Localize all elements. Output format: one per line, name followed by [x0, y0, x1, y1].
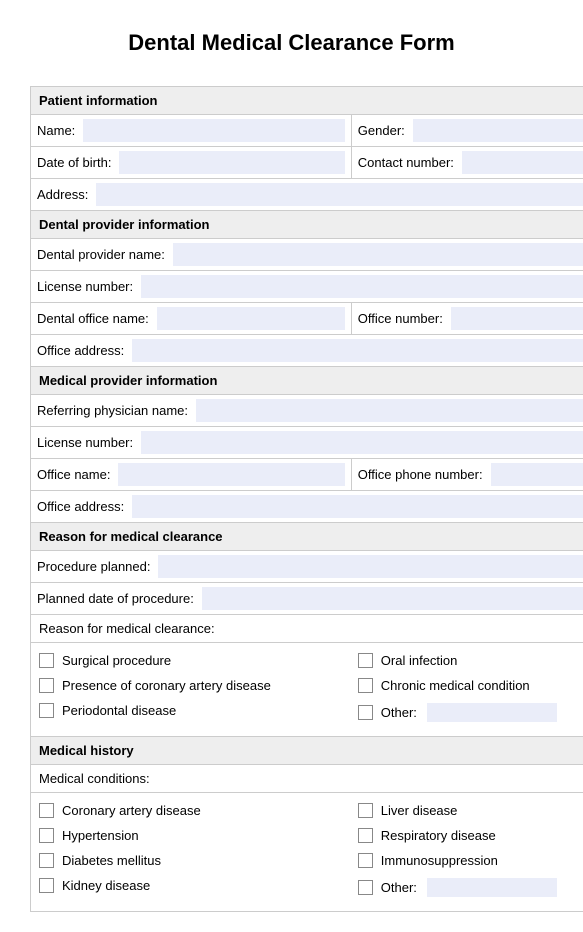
label-medical-office-name: Office name: [37, 467, 114, 482]
label-periodontal: Periodontal disease [62, 703, 176, 718]
label-name: Name: [37, 123, 79, 138]
label-procedure: Procedure planned: [37, 559, 154, 574]
checkbox-immuno[interactable] [358, 853, 373, 868]
input-dental-license[interactable] [141, 275, 583, 298]
checkbox-oral-infection[interactable] [358, 653, 373, 668]
label-chronic: Chronic medical condition [381, 678, 530, 693]
checkbox-surgical[interactable] [39, 653, 54, 668]
checkbox-h-cad[interactable] [39, 803, 54, 818]
reason-checkbox-grid: Surgical procedure Presence of coronary … [39, 653, 583, 722]
label-reason-clearance: Reason for medical clearance: [31, 615, 583, 643]
label-surgical: Surgical procedure [62, 653, 171, 668]
section-patient-header: Patient information [31, 87, 583, 115]
page-title: Dental Medical Clearance Form [30, 30, 553, 56]
checkbox-kidney[interactable] [39, 878, 54, 893]
label-kidney: Kidney disease [62, 878, 150, 893]
label-dental-license: License number: [37, 279, 137, 294]
label-dental-office-number: Office number: [358, 311, 447, 326]
input-medical-license[interactable] [141, 431, 583, 454]
input-dental-office-address[interactable] [132, 339, 583, 362]
label-physician: Referring physician name: [37, 403, 192, 418]
label-dental-office-name: Dental office name: [37, 311, 153, 326]
checkbox-hypertension[interactable] [39, 828, 54, 843]
checkbox-item: Coronary artery disease [39, 803, 358, 818]
label-diabetes: Diabetes mellitus [62, 853, 161, 868]
label-history-other: Other: [381, 880, 417, 895]
input-name[interactable] [83, 119, 344, 142]
checkbox-item: Periodontal disease [39, 703, 358, 718]
checkbox-item: Diabetes mellitus [39, 853, 358, 868]
label-planned-date: Planned date of procedure: [37, 591, 198, 606]
label-oral-infection: Oral infection [381, 653, 458, 668]
label-gender: Gender: [358, 123, 409, 138]
label-hypertension: Hypertension [62, 828, 139, 843]
checkbox-respiratory[interactable] [358, 828, 373, 843]
checkbox-reason-other[interactable] [358, 705, 373, 720]
input-procedure[interactable] [158, 555, 583, 578]
checkbox-item: Surgical procedure [39, 653, 358, 668]
checkbox-item: Presence of coronary artery disease [39, 678, 358, 693]
history-checkbox-grid: Coronary artery disease Hypertension Dia… [39, 803, 583, 897]
input-dental-office-number[interactable] [451, 307, 583, 330]
label-reason-other: Other: [381, 705, 417, 720]
label-contact: Contact number: [358, 155, 458, 170]
input-contact[interactable] [462, 151, 583, 174]
input-gender[interactable] [413, 119, 583, 142]
checkbox-item: Immunosuppression [358, 853, 583, 868]
checkbox-item: Liver disease [358, 803, 583, 818]
input-history-other[interactable] [427, 878, 557, 897]
checkbox-chronic[interactable] [358, 678, 373, 693]
checkbox-item: Other: [358, 703, 583, 722]
checkbox-liver[interactable] [358, 803, 373, 818]
label-liver: Liver disease [381, 803, 458, 818]
section-dental-header: Dental provider information [31, 211, 583, 239]
input-planned-date[interactable] [202, 587, 583, 610]
section-history-header: Medical history [31, 737, 583, 765]
label-respiratory: Respiratory disease [381, 828, 496, 843]
label-conditions: Medical conditions: [31, 765, 583, 793]
label-medical-license: License number: [37, 435, 137, 450]
checkbox-item: Kidney disease [39, 878, 358, 893]
checkbox-periodontal[interactable] [39, 703, 54, 718]
input-physician[interactable] [196, 399, 583, 422]
input-reason-other[interactable] [427, 703, 557, 722]
label-medical-office-address: Office address: [37, 499, 128, 514]
checkbox-item: Hypertension [39, 828, 358, 843]
input-dental-provider[interactable] [173, 243, 583, 266]
label-immuno: Immunosuppression [381, 853, 498, 868]
label-medical-office-phone: Office phone number: [358, 467, 487, 482]
section-reason-header: Reason for medical clearance [31, 523, 583, 551]
form-table: Patient information Name: Gender: Date o… [30, 86, 583, 912]
section-medical-header: Medical provider information [31, 367, 583, 395]
checkbox-cad[interactable] [39, 678, 54, 693]
label-dental-provider: Dental provider name: [37, 247, 169, 262]
label-address: Address: [37, 187, 92, 202]
checkbox-item: Chronic medical condition [358, 678, 583, 693]
checkbox-history-other[interactable] [358, 880, 373, 895]
checkbox-item: Oral infection [358, 653, 583, 668]
label-cad: Presence of coronary artery disease [62, 678, 271, 693]
checkbox-diabetes[interactable] [39, 853, 54, 868]
label-dob: Date of birth: [37, 155, 115, 170]
label-dental-office-address: Office address: [37, 343, 128, 358]
input-medical-office-phone[interactable] [491, 463, 583, 486]
input-dob[interactable] [119, 151, 344, 174]
label-h-cad: Coronary artery disease [62, 803, 201, 818]
input-dental-office-name[interactable] [157, 307, 345, 330]
input-address[interactable] [96, 183, 583, 206]
checkbox-item: Respiratory disease [358, 828, 583, 843]
checkbox-item: Other: [358, 878, 583, 897]
input-medical-office-address[interactable] [132, 495, 583, 518]
input-medical-office-name[interactable] [118, 463, 344, 486]
